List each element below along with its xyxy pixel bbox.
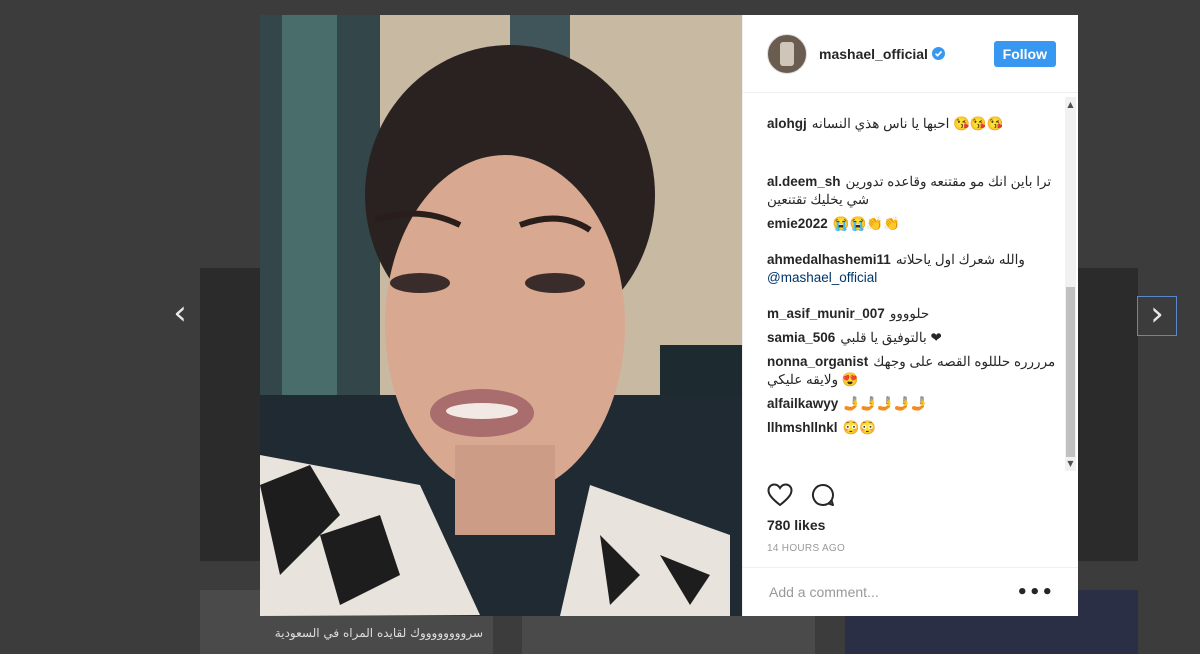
- next-post-arrow[interactable]: ›: [1137, 296, 1177, 336]
- comment-username[interactable]: m_asif_munir_007: [767, 306, 885, 321]
- comment-item: al.deem_sh ترا باين انك مو مقتنعه وقاعده …: [767, 173, 1069, 209]
- post-sidebar: mashael_official Follow alohgj احبها يا ن…: [742, 15, 1078, 616]
- comment-item: alfailkawyy 🤳🤳🤳🤳🤳: [767, 395, 1069, 413]
- post-actions: [767, 483, 835, 507]
- post-username[interactable]: mashael_official: [819, 46, 928, 62]
- avatar[interactable]: [767, 33, 807, 74]
- background-caption: سرووووووووك لقايده المراه في السعودية: [274, 626, 483, 640]
- post-media-video[interactable]: [260, 15, 742, 616]
- likes-count[interactable]: 780 likes: [767, 517, 825, 533]
- heart-icon[interactable]: [767, 483, 793, 507]
- follow-button[interactable]: Follow: [993, 40, 1056, 67]
- scroll-up-arrow-icon[interactable]: ▲: [1065, 99, 1076, 110]
- add-comment-bar: •••: [743, 567, 1078, 616]
- video-frame: [260, 15, 742, 616]
- comment-username[interactable]: alfailkawyy: [767, 396, 838, 411]
- more-options-button[interactable]: •••: [1016, 582, 1054, 603]
- comment-item: nonna_organist مرررره حلللوه القصه على وج…: [767, 353, 1069, 389]
- comment-text: بالتوفيق يا قلبي ❤: [840, 330, 942, 345]
- post-header: mashael_official Follow: [743, 15, 1078, 93]
- comment-username[interactable]: nonna_organist: [767, 354, 868, 369]
- background-tile-left: [200, 268, 262, 561]
- scroll-down-arrow-icon[interactable]: ▼: [1065, 458, 1076, 469]
- comment-username[interactable]: llhmshllnkl: [767, 420, 838, 435]
- comment-icon[interactable]: [811, 483, 835, 507]
- comment-item: emie2022 😭😭👏👏: [767, 215, 1069, 233]
- comment-item: llhmshllnkl 😳😳: [767, 419, 1069, 437]
- previous-post-arrow[interactable]: ‹: [160, 296, 200, 336]
- post-modal: mashael_official Follow alohgj احبها يا ن…: [260, 15, 1078, 616]
- comment-item: m_asif_munir_007 حلوووو: [767, 305, 1069, 323]
- comment-username[interactable]: emie2022: [767, 216, 828, 231]
- comment-text: حلوووو: [889, 306, 930, 321]
- comment-username[interactable]: al.deem_sh: [767, 174, 841, 189]
- comment-text: احبها يا ناس هذي النسانه 😘😘😘: [811, 116, 1004, 131]
- comment-text: 🤳🤳🤳🤳🤳: [843, 396, 928, 411]
- comment-username[interactable]: ahmedalhashemi11: [767, 252, 891, 267]
- comment-mention[interactable]: @mashael_official: [767, 270, 877, 285]
- comment-text: 😭😭👏👏: [832, 216, 901, 231]
- comment-item: samia_506 بالتوفيق يا قلبي ❤: [767, 329, 1069, 347]
- comment-text: والله شعرك اول ياحلاته: [895, 252, 1025, 267]
- add-comment-input[interactable]: [767, 583, 1017, 601]
- comments-scrollbar[interactable]: ▲ ▼: [1065, 97, 1076, 471]
- post-timestamp[interactable]: 14 HOURS AGO: [767, 543, 845, 554]
- comment-username[interactable]: alohgj: [767, 116, 807, 131]
- verified-badge-icon: [931, 47, 945, 60]
- scrollbar-thumb[interactable]: [1066, 287, 1075, 457]
- comment-item: ahmedalhashemi11 والله شعرك اول ياحلاته @…: [767, 251, 1069, 287]
- comment-username[interactable]: samia_506: [767, 330, 835, 345]
- background-tile-right: [1078, 268, 1138, 561]
- comments-list[interactable]: alohgj احبها يا ناس هذي النسانه 😘😘😘 al.de…: [767, 93, 1069, 473]
- comment-text: 😳😳: [842, 420, 877, 435]
- comment-item: alohgj احبها يا ناس هذي النسانه 😘😘😘: [767, 115, 1069, 133]
